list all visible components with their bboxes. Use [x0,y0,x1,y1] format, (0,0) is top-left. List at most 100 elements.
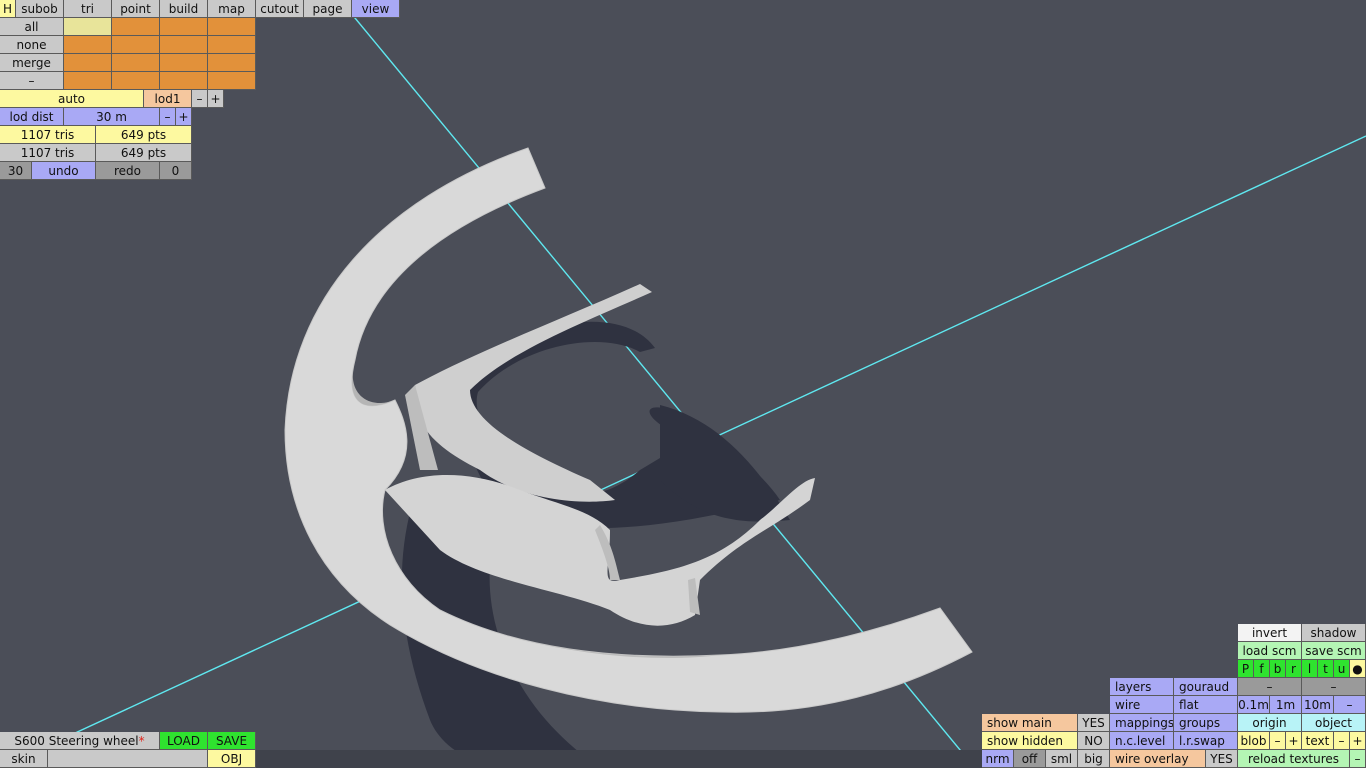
flat-button[interactable]: flat [1174,696,1238,714]
load-scm-button[interactable]: load scm [1238,642,1302,660]
view-top-button[interactable]: t [1318,660,1334,678]
hide-button[interactable]: H [0,0,16,18]
point-count-total: 649 pts [96,144,192,162]
shadow-button[interactable]: shadow [1302,624,1366,642]
blob-minus-button[interactable]: – [1270,732,1286,750]
lod-plus-button[interactable]: + [208,90,224,108]
tab-tri[interactable]: tri [64,0,112,18]
selection-cell[interactable] [112,72,160,90]
lr-swap-button[interactable]: l.r.swap [1174,732,1238,750]
layers-button[interactable]: layers [1110,678,1174,696]
blob-plus-button[interactable]: + [1286,732,1302,750]
redo-button[interactable]: redo [96,162,160,180]
slider-minus-left[interactable]: – [1238,678,1302,696]
model-name: S600 Steering wheel* [0,732,160,750]
select-all-button[interactable]: all [0,18,64,36]
tab-map[interactable]: map [208,0,256,18]
3d-viewport[interactable] [0,0,1366,768]
model-name-text: S600 Steering wheel [14,734,139,748]
tri-count: 1107 tris [0,126,96,144]
selection-cell[interactable] [112,36,160,54]
redo-count: 0 [160,162,192,180]
tab-page[interactable]: page [304,0,352,18]
selection-cell[interactable] [208,54,256,72]
show-hidden-toggle[interactable]: show hidden [982,732,1078,750]
lod-dist-value[interactable]: 30 m [64,108,160,126]
view-dot-button[interactable]: ● [1350,660,1366,678]
tab-build[interactable]: build [160,0,208,18]
load-button[interactable]: LOAD [160,732,208,750]
save-scm-button[interactable]: save scm [1302,642,1366,660]
invert-button[interactable]: invert [1238,624,1302,642]
tab-point[interactable]: point [112,0,160,18]
show-hidden-value[interactable]: NO [1078,732,1110,750]
undo-button[interactable]: undo [32,162,96,180]
grid-10m-button[interactable]: 10m [1302,696,1334,714]
select-minus-button[interactable]: – [0,72,64,90]
tri-count-total: 1107 tris [0,144,96,162]
view-under-button[interactable]: u [1334,660,1350,678]
wire-button[interactable]: wire [1110,696,1174,714]
tab-cutout[interactable]: cutout [256,0,304,18]
selection-cell[interactable] [208,36,256,54]
tab-view[interactable]: view [352,0,400,18]
wire-overlay-value[interactable]: YES [1206,750,1238,768]
text-plus-button[interactable]: + [1350,732,1366,750]
lod-dist-label: lod dist [0,108,64,126]
normals-small-button[interactable]: sml [1046,750,1078,768]
selection-cell[interactable] [64,18,112,36]
groups-button[interactable]: groups [1174,714,1238,732]
origin-button[interactable]: origin [1238,714,1302,732]
select-none-button[interactable]: none [0,36,64,54]
object-button[interactable]: object [1302,714,1366,732]
normals-off-button[interactable]: off [1014,750,1046,768]
selection-cell[interactable] [160,54,208,72]
view-left-button[interactable]: l [1302,660,1318,678]
view-back-button[interactable]: b [1270,660,1286,678]
undo-count: 30 [0,162,32,180]
selection-cell[interactable] [112,18,160,36]
normals-button[interactable]: nrm [982,750,1014,768]
selection-cell[interactable] [64,54,112,72]
reload-textures-button[interactable]: reload textures [1238,750,1350,768]
selection-cell[interactable] [160,72,208,90]
view-right-button[interactable]: r [1286,660,1302,678]
lod-dist-minus-button[interactable]: – [160,108,176,126]
normals-big-button[interactable]: big [1078,750,1110,768]
modified-indicator: * [138,734,145,748]
selection-cell[interactable] [112,54,160,72]
selection-cell[interactable] [64,72,112,90]
show-main-toggle[interactable]: show main [982,714,1078,732]
text-minus-button[interactable]: – [1334,732,1350,750]
blob-button[interactable]: blob [1238,732,1270,750]
select-merge-button[interactable]: merge [0,54,64,72]
point-count: 649 pts [96,126,192,144]
reload-minus-button[interactable]: – [1350,750,1366,768]
view-front-button[interactable]: f [1254,660,1270,678]
selection-cell[interactable] [208,72,256,90]
wire-overlay-toggle[interactable]: wire overlay [1110,750,1206,768]
slider-minus-right[interactable]: – [1302,678,1366,696]
tab-subob[interactable]: subob [16,0,64,18]
save-button[interactable]: SAVE [208,732,256,750]
lod-level-button[interactable]: lod1 [144,90,192,108]
selection-cell[interactable] [208,18,256,36]
show-main-value[interactable]: YES [1078,714,1110,732]
export-obj-button[interactable]: OBJ [208,750,256,768]
selection-cell[interactable] [160,36,208,54]
gouraud-button[interactable]: gouraud [1174,678,1238,696]
skin-button[interactable]: skin [0,750,48,768]
text-button[interactable]: text [1302,732,1334,750]
lod-minus-button[interactable]: – [192,90,208,108]
selection-cell[interactable] [160,18,208,36]
grid-off-button[interactable]: – [1334,696,1366,714]
lod-dist-plus-button[interactable]: + [176,108,192,126]
view-perspective-button[interactable]: P [1238,660,1254,678]
mappings-button[interactable]: mappings [1110,714,1174,732]
skin-name-field[interactable] [48,750,208,768]
selection-cell[interactable] [64,36,112,54]
grid-1m-button[interactable]: 1m [1270,696,1302,714]
grid-0-1m-button[interactable]: 0.1m [1238,696,1270,714]
nc-level-button[interactable]: n.c.level [1110,732,1174,750]
lod-auto-button[interactable]: auto [0,90,144,108]
